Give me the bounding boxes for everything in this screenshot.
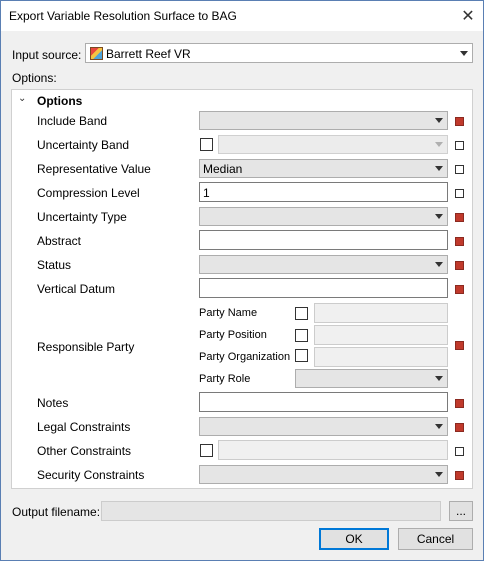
chevron-down-icon: [435, 214, 443, 219]
surface-icon: [90, 47, 103, 60]
cancel-button[interactable]: Cancel: [398, 528, 473, 550]
legal-constraints-select[interactable]: [199, 417, 448, 436]
responsible-party-label: Responsible Party: [37, 340, 135, 354]
party-position-checkbox[interactable]: [295, 329, 308, 342]
party-organization-checkbox[interactable]: [295, 349, 308, 362]
party-role-select[interactable]: [295, 369, 448, 388]
abstract-input[interactable]: [199, 230, 448, 250]
uncertainty-band-select[interactable]: [218, 135, 448, 154]
party-role-label: Party Role: [199, 373, 251, 385]
required-marker: [455, 285, 464, 294]
party-organization-label: Party Organization: [199, 351, 291, 363]
input-source-select[interactable]: Barrett Reef VR: [85, 43, 473, 63]
party-name-label: Party Name: [199, 307, 258, 319]
options-panel: ⌄ Options Include Band Uncertainty Band …: [11, 89, 473, 489]
optional-marker: [455, 447, 464, 456]
compression-level-value: 1: [203, 186, 210, 200]
notes-input[interactable]: [199, 392, 448, 412]
input-source-label: Input source:: [12, 48, 82, 62]
required-marker: [455, 423, 464, 432]
uncertainty-type-select[interactable]: [199, 207, 448, 226]
uncertainty-band-label: Uncertainty Band: [37, 138, 130, 152]
optional-marker: [455, 165, 464, 174]
optional-marker: [455, 189, 464, 198]
required-marker: [455, 117, 464, 126]
required-marker: [455, 237, 464, 246]
other-constraints-label: Other Constraints: [37, 444, 132, 458]
output-filename-label: Output filename:: [12, 505, 101, 519]
close-icon[interactable]: ✕: [453, 1, 483, 31]
output-filename-input[interactable]: [101, 501, 441, 521]
optional-marker: [455, 141, 464, 150]
uncertainty-type-label: Uncertainty Type: [37, 210, 127, 224]
chevron-down-icon: [435, 166, 443, 171]
include-band-label: Include Band: [37, 114, 108, 128]
dialog-window: Export Variable Resolution Surface to BA…: [0, 0, 484, 561]
chevron-down-icon: [435, 262, 443, 267]
compression-level-label: Compression Level: [37, 186, 140, 200]
title-bar: Export Variable Resolution Surface to BA…: [1, 1, 483, 31]
party-position-input[interactable]: [314, 325, 448, 345]
options-group-title: Options: [37, 94, 83, 108]
security-constraints-label: Security Constraints: [37, 468, 145, 482]
representative-value-value: Median: [203, 162, 243, 176]
representative-value-select[interactable]: Median: [199, 159, 448, 178]
required-marker: [455, 399, 464, 408]
include-band-select[interactable]: [199, 111, 448, 130]
vertical-datum-label: Vertical Datum: [37, 282, 116, 296]
party-position-label: Party Position: [199, 329, 267, 341]
chevron-down-icon: [435, 424, 443, 429]
party-name-checkbox[interactable]: [295, 307, 308, 320]
required-marker: [455, 341, 464, 350]
status-select[interactable]: [199, 255, 448, 274]
required-marker: [455, 471, 464, 480]
required-marker: [455, 213, 464, 222]
notes-label: Notes: [37, 396, 69, 410]
chevron-down-icon: [460, 51, 468, 56]
ok-button[interactable]: OK: [319, 528, 389, 550]
window-title: Export Variable Resolution Surface to BA…: [9, 9, 237, 23]
other-constraints-input[interactable]: [218, 440, 448, 460]
security-constraints-select[interactable]: [199, 465, 448, 484]
uncertainty-band-checkbox[interactable]: [200, 138, 213, 151]
party-name-input[interactable]: [314, 303, 448, 323]
collapse-icon[interactable]: ⌄: [18, 93, 26, 104]
chevron-down-icon: [435, 472, 443, 477]
browse-button[interactable]: ...: [449, 501, 473, 521]
options-label: Options:: [12, 71, 57, 85]
representative-value-label: Representative Value: [37, 162, 151, 176]
chevron-down-icon: [435, 376, 443, 381]
abstract-label: Abstract: [37, 234, 82, 248]
status-label: Status: [37, 258, 72, 272]
other-constraints-checkbox[interactable]: [200, 444, 213, 457]
chevron-down-icon: [435, 142, 443, 147]
legal-constraints-label: Legal Constraints: [37, 420, 131, 434]
vertical-datum-input[interactable]: [199, 278, 448, 298]
compression-level-input[interactable]: 1: [199, 182, 448, 202]
required-marker: [455, 261, 464, 270]
chevron-down-icon: [435, 118, 443, 123]
party-organization-input[interactable]: [314, 347, 448, 367]
input-source-value: Barrett Reef VR: [106, 47, 191, 61]
